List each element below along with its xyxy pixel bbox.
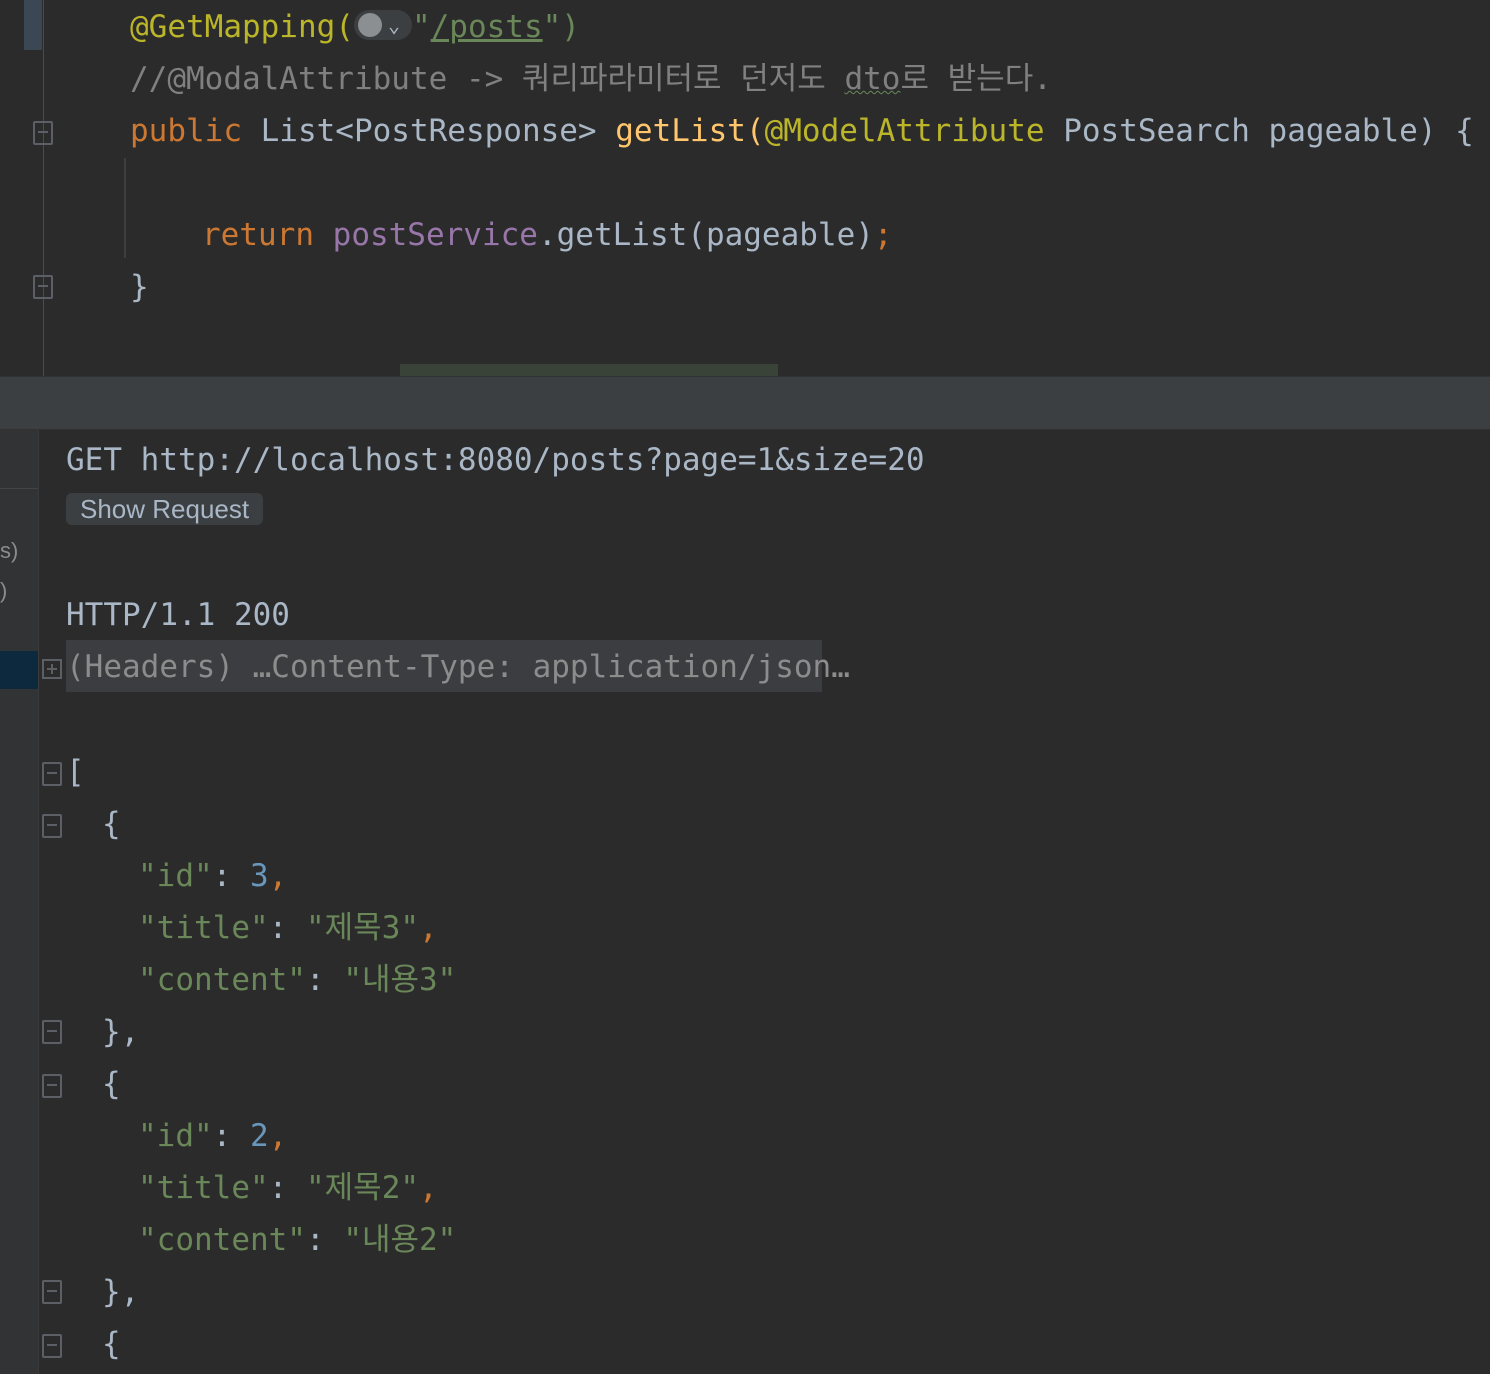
json-field-title: "title": "제목3", — [138, 910, 438, 946]
sidebar-item-label[interactable]: ) — [0, 578, 7, 604]
json-field-id: "id": 3, — [138, 858, 288, 894]
sidebar-item-label[interactable]: s) — [0, 538, 18, 564]
json-field-content: "content": "내용3" — [138, 962, 457, 998]
headers-summary[interactable]: (Headers) …Content-Type: application/jso… — [66, 647, 850, 687]
pane-divider[interactable] — [0, 376, 1490, 430]
sidebar-separator — [0, 488, 38, 489]
json-array-open: [ — [66, 754, 85, 790]
json-object-open: { — [102, 1066, 121, 1102]
gutter-change-marker — [24, 0, 42, 50]
code-line-comment: //@ModalAttribute -> 쿼리파라미터로 던저도 dto로 받는… — [130, 61, 1052, 97]
code-line-close-brace: } — [130, 269, 149, 305]
json-field-title: "title": "제목2", — [138, 1170, 438, 1206]
request-line: GET http://localhost:8080/posts?page=1&s… — [66, 442, 925, 478]
fold-object-icon[interactable] — [42, 814, 62, 838]
json-field-content: "content": "내용2" — [138, 1222, 457, 1258]
expand-headers-icon[interactable] — [42, 659, 62, 679]
fold-object-icon[interactable] — [42, 1334, 62, 1358]
code-line-method-signature: public List<PostResponse> getList(@Model… — [130, 113, 1474, 149]
sidebar-border — [38, 430, 39, 1374]
json-object-open: { — [102, 1326, 121, 1362]
status-line: HTTP/1.1 200 — [66, 597, 290, 633]
code-line-return: return postService.getList(pageable); — [202, 217, 893, 253]
code-editor[interactable]: @GetMapping(⌄ "/posts") //@ModalAttribute… — [0, 0, 1490, 376]
horizontal-scrollbar[interactable] — [400, 364, 778, 376]
sidebar-selected-item[interactable] — [0, 651, 38, 689]
show-request-button[interactable]: Show Request — [66, 493, 264, 525]
json-object-open: { — [102, 806, 121, 842]
json-object-close: }, — [102, 1014, 140, 1050]
posts-path-link[interactable]: /posts — [431, 9, 543, 45]
http-response-pane: s) ) GET http://localhost:8080/posts?pag… — [0, 430, 1490, 1374]
fold-method-icon[interactable] — [33, 121, 53, 145]
fold-object-end-icon[interactable] — [42, 1020, 62, 1044]
indent-guide — [124, 158, 126, 258]
fold-array-icon[interactable] — [42, 762, 62, 786]
services-sidebar[interactable] — [0, 430, 38, 1374]
code-line-getmapping: @GetMapping(⌄ "/posts") — [130, 9, 580, 45]
json-object-close: }, — [102, 1274, 140, 1310]
url-globe-icon[interactable]: ⌄ — [353, 10, 412, 40]
json-field-id: "id": 2, — [138, 1118, 288, 1154]
gutter-separator — [43, 0, 44, 376]
editor-gutter — [0, 0, 44, 376]
fold-object-end-icon[interactable] — [42, 1280, 62, 1304]
fold-method-end-icon[interactable] — [33, 275, 53, 299]
fold-object-icon[interactable] — [42, 1074, 62, 1098]
